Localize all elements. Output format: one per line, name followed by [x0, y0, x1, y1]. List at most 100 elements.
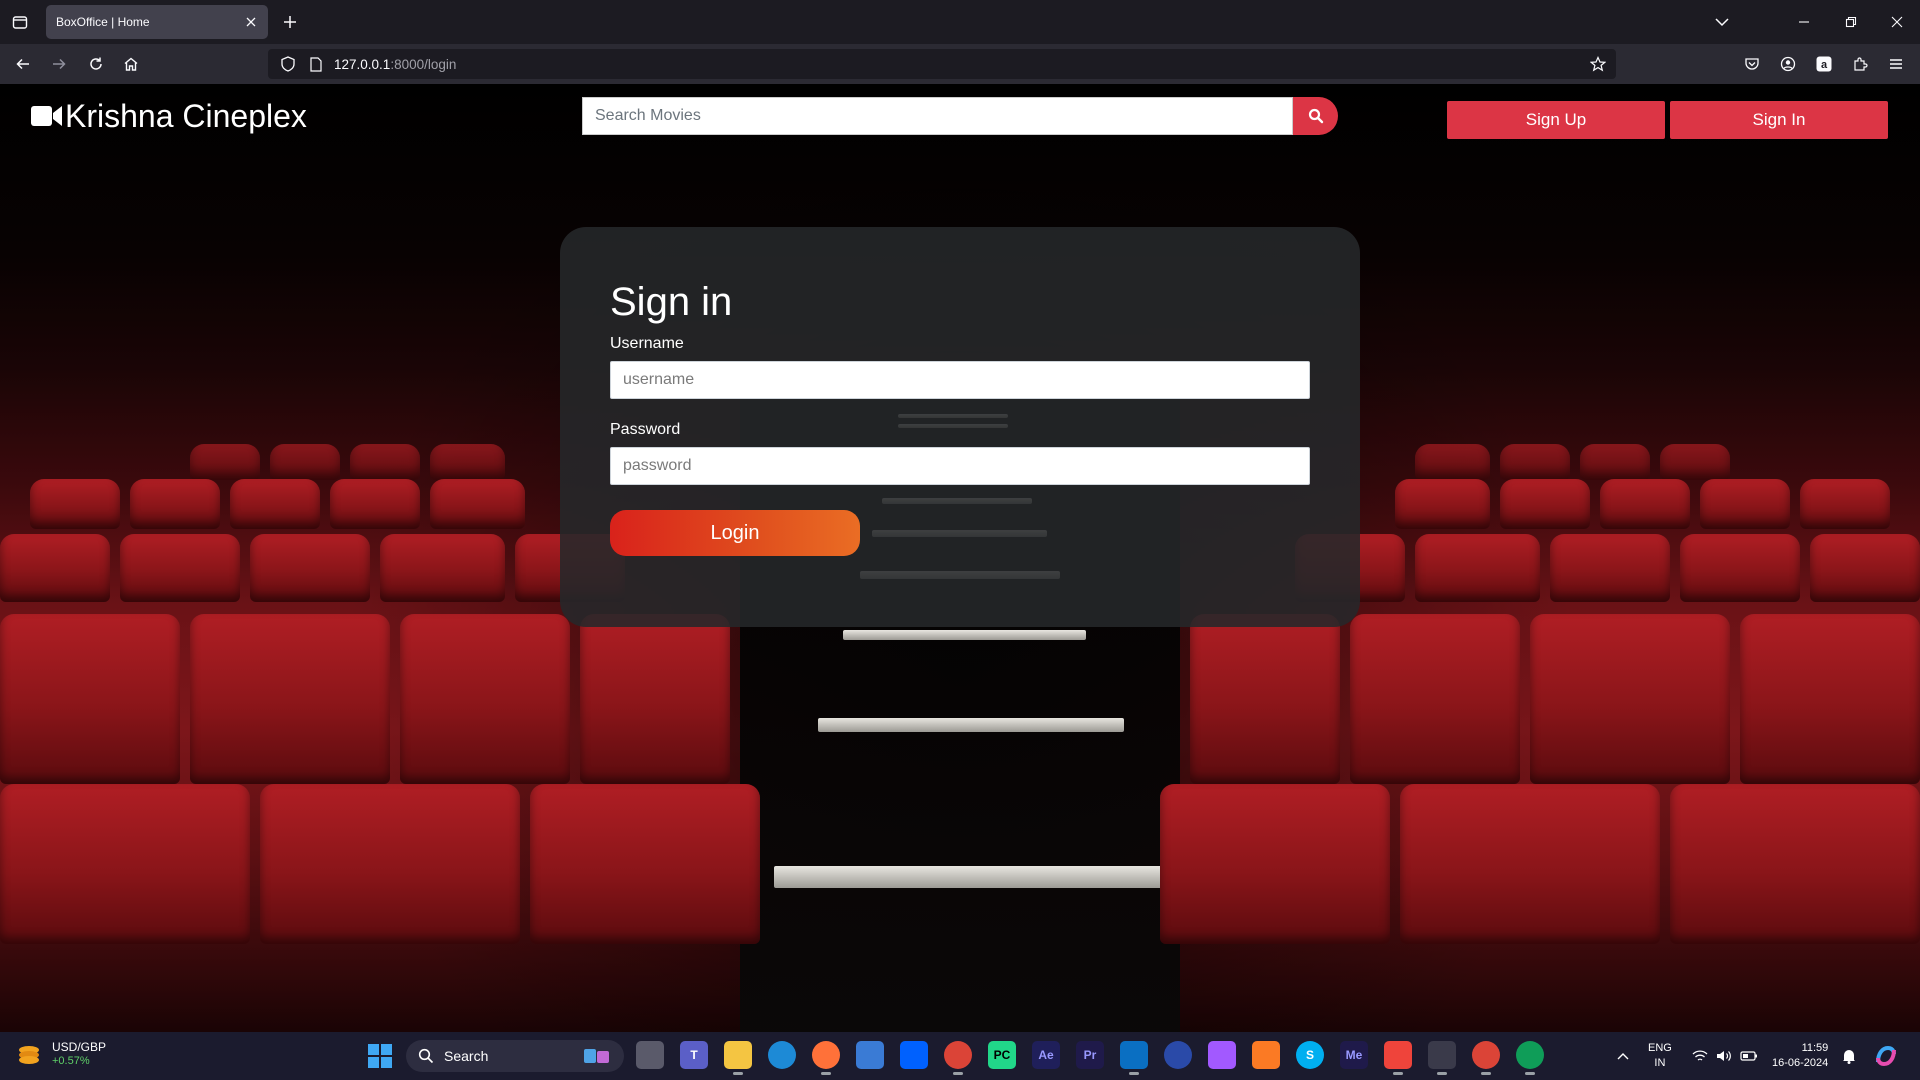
url-path: :8000/login [390, 56, 457, 72]
restore-icon[interactable] [1840, 11, 1862, 33]
currency-pair: USD/GBP [52, 1040, 107, 1054]
app-menu-icon[interactable] [1885, 53, 1907, 75]
login-button[interactable]: Login [610, 510, 860, 556]
seat [1580, 444, 1650, 480]
seat [0, 784, 250, 944]
back-icon[interactable] [12, 53, 34, 75]
vscode-icon[interactable] [1120, 1041, 1148, 1075]
new-tab-icon[interactable] [280, 12, 300, 32]
extensions-puzzle-icon[interactable] [1849, 53, 1871, 75]
minimize-icon[interactable] [1793, 11, 1815, 33]
seat [530, 784, 760, 944]
windows-start-icon[interactable] [368, 1044, 392, 1068]
tab-overflow-chevron-icon[interactable] [1711, 11, 1733, 33]
currency-change: +0.57% [52, 1055, 90, 1067]
volume-icon[interactable] [1716, 1032, 1732, 1080]
search-icon [418, 1048, 434, 1064]
browser-tab[interactable]: BoxOffice | Home [46, 5, 268, 39]
seat [1415, 444, 1490, 480]
store-icon[interactable] [856, 1041, 884, 1069]
seat [190, 614, 390, 784]
forward-icon[interactable] [48, 53, 70, 75]
seat [1660, 444, 1730, 480]
close-tab-icon[interactable] [242, 13, 260, 31]
movie-search-input[interactable] [582, 97, 1293, 135]
list-all-tabs-icon[interactable] [10, 12, 30, 32]
edge-icon[interactable] [768, 1041, 796, 1069]
seat [1350, 614, 1520, 784]
seat [330, 479, 420, 529]
media-encoder-icon[interactable]: Me [1340, 1041, 1368, 1069]
figma-icon[interactable] [1208, 1041, 1236, 1069]
seat [1500, 444, 1570, 480]
firefox-icon[interactable] [812, 1041, 840, 1075]
language-region: IN [1654, 1057, 1666, 1069]
movie-search-form [582, 97, 1338, 135]
premiere-icon[interactable]: Pr [1076, 1041, 1104, 1069]
address-bar[interactable]: 127.0.0.1:8000/login [268, 49, 1616, 79]
seat [1500, 479, 1590, 529]
seat [1160, 784, 1390, 944]
media-player-icon[interactable] [1164, 1041, 1192, 1069]
sign-up-button[interactable]: Sign Up [1447, 101, 1665, 139]
pycharm-icon[interactable]: PC [988, 1041, 1016, 1069]
battery-icon[interactable] [1740, 1032, 1758, 1080]
seat [1670, 784, 1920, 944]
seat [250, 534, 370, 602]
teams-icon[interactable]: T [680, 1041, 708, 1069]
home-icon[interactable] [120, 53, 142, 75]
chrome-icon[interactable] [1472, 1041, 1500, 1075]
taskbar-search-label: Search [444, 1048, 489, 1064]
dropbox-icon[interactable] [900, 1041, 928, 1069]
anydesk-icon[interactable] [1384, 1041, 1412, 1075]
file-explorer-icon[interactable] [724, 1041, 752, 1075]
windows-taskbar: USD/GBP +0.57% Search T PC Ae Pr S Me EN… [0, 1032, 1920, 1080]
language-indicator[interactable]: ENG IN [1648, 1032, 1672, 1080]
seat [1740, 614, 1920, 784]
seat [1415, 534, 1540, 602]
after-effects-icon[interactable]: Ae [1032, 1041, 1060, 1069]
seat [380, 534, 505, 602]
page-info-icon[interactable] [306, 54, 326, 74]
brand-name: Krishna Cineplex [65, 97, 307, 134]
site-header: Krishna Cineplex Sign Up Sign In [0, 84, 1920, 154]
aisle-step [843, 630, 1086, 640]
taskbar-search[interactable]: Search [406, 1040, 624, 1072]
copilot-icon[interactable] [1874, 1032, 1898, 1080]
skype-icon[interactable]: S [1296, 1041, 1324, 1069]
reload-icon[interactable] [85, 53, 107, 75]
account-icon[interactable] [1777, 53, 1799, 75]
password-label: Password [610, 421, 681, 438]
chrome-profile-icon[interactable] [1516, 1041, 1544, 1075]
brand-logo[interactable]: Krishna Cineplex [31, 96, 307, 136]
wifi-icon[interactable] [1692, 1032, 1708, 1080]
clock-time: 11:59 [1801, 1042, 1829, 1054]
amazon-extension-icon[interactable]: a [1813, 53, 1835, 75]
seat [1810, 534, 1920, 602]
task-view-icon[interactable] [636, 1041, 664, 1069]
sign-in-button[interactable]: Sign In [1670, 101, 1888, 139]
notification-bell-icon[interactable] [1842, 1032, 1856, 1080]
bookmark-star-icon[interactable] [1588, 54, 1608, 74]
aisle-step [818, 718, 1124, 732]
browser-tabbar: BoxOffice | Home [0, 0, 1920, 44]
username-field[interactable] [610, 361, 1310, 399]
seat [1190, 614, 1340, 784]
video-camera-icon [31, 106, 62, 126]
clock[interactable]: 11:59 16-06-2024 [1772, 1032, 1828, 1080]
pocket-icon[interactable] [1741, 53, 1763, 75]
xampp-icon[interactable] [1252, 1041, 1280, 1069]
chrome-icon[interactable] [944, 1041, 972, 1075]
close-window-icon[interactable] [1886, 11, 1908, 33]
terminal-icon[interactable] [1428, 1041, 1456, 1075]
svg-text:a: a [1821, 59, 1828, 71]
seat [430, 444, 505, 480]
currency-widget[interactable]: USD/GBP +0.57% [16, 1040, 106, 1068]
tracking-protection-shield-icon[interactable] [278, 54, 298, 74]
seat [1550, 534, 1670, 602]
tray-overflow-chevron-icon[interactable] [1616, 1032, 1630, 1080]
seat [0, 534, 110, 602]
search-button[interactable] [1293, 97, 1338, 135]
password-field[interactable] [610, 447, 1310, 485]
username-label: Username [610, 335, 684, 352]
